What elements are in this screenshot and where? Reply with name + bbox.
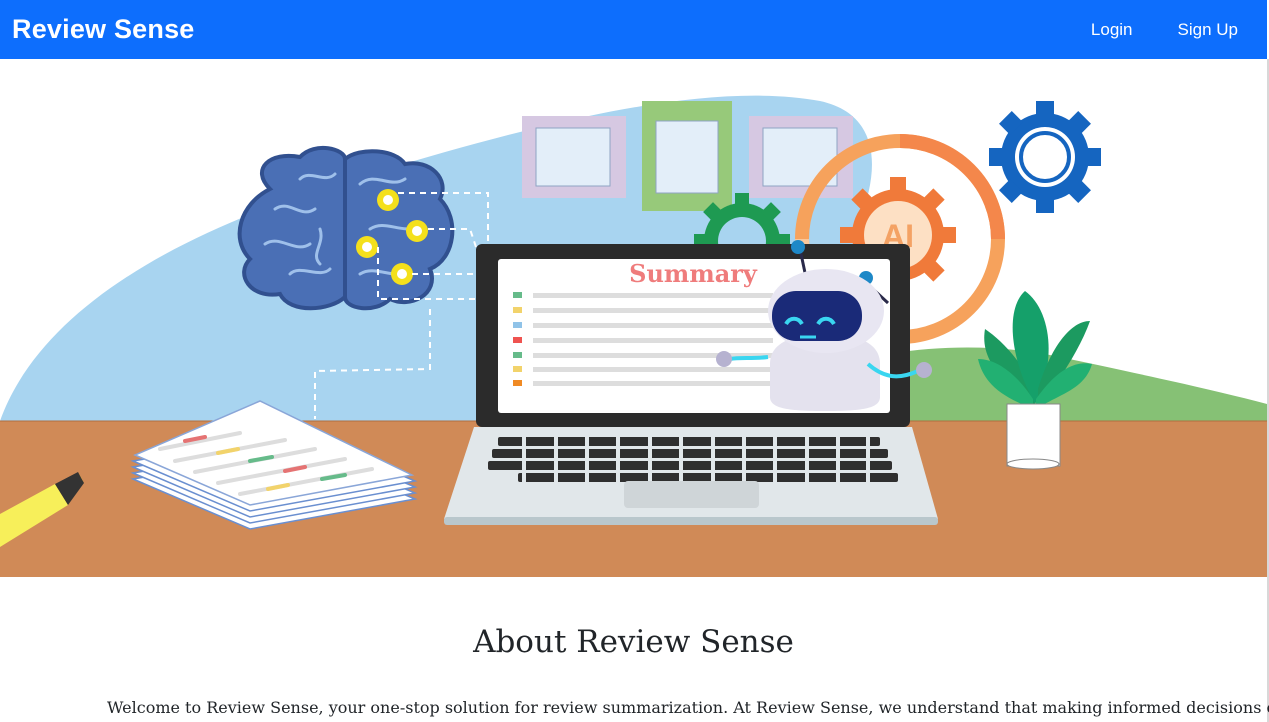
hero-illustration: AI Summary bbox=[0, 59, 1267, 577]
screen-summary-heading: Summary bbox=[629, 259, 758, 288]
signup-link[interactable]: Sign Up bbox=[1178, 20, 1238, 40]
about-paragraph: Welcome to Review Sense, your one-stop s… bbox=[107, 698, 1269, 717]
trackpad bbox=[624, 481, 759, 508]
nav-links: Login Sign Up bbox=[1046, 20, 1238, 40]
hero-illustration-svg: AI Summary bbox=[0, 95, 1267, 577]
wall-frames bbox=[522, 101, 853, 211]
brand-logo[interactable]: Review Sense bbox=[12, 14, 195, 45]
about-title: About Review Sense bbox=[473, 624, 794, 660]
blue-gear-icon bbox=[989, 101, 1101, 213]
login-link[interactable]: Login bbox=[1091, 20, 1133, 40]
top-navbar: Review Sense Login Sign Up bbox=[0, 0, 1267, 59]
